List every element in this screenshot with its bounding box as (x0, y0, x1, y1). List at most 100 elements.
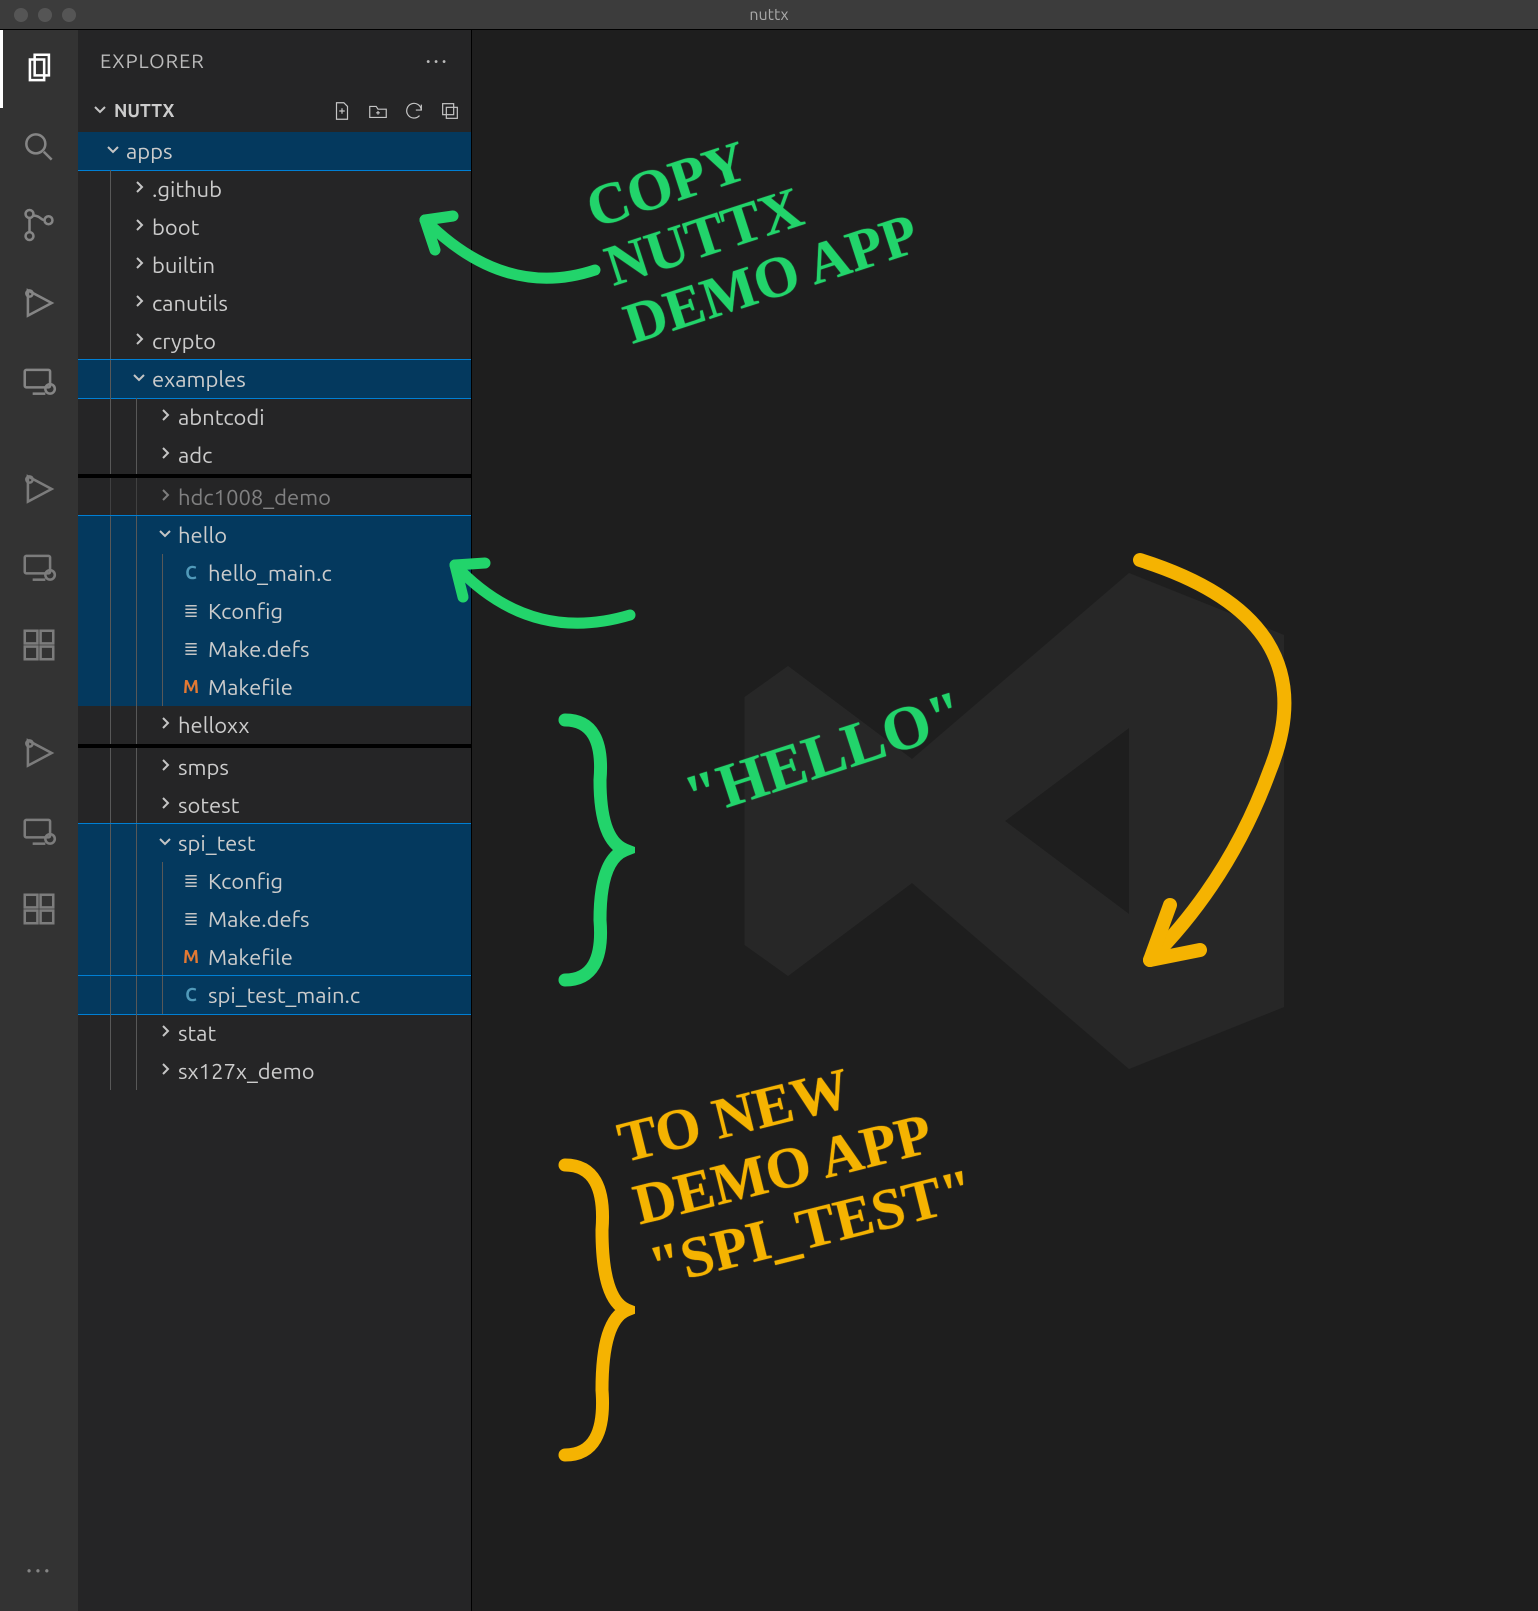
chevron-right-icon (128, 293, 150, 313)
minimize-dot[interactable] (38, 8, 52, 22)
tree-folder[interactable]: abntcodi (78, 398, 471, 436)
tree-item-label: Kconfig (208, 869, 283, 894)
titlebar: nuttx (0, 0, 1538, 30)
tree-folder[interactable]: builtin (78, 246, 471, 284)
refresh-icon[interactable] (403, 100, 425, 122)
file-type-icon: C (180, 985, 202, 1005)
tree-file[interactable]: MMakefile (78, 668, 471, 706)
remote-activity-icon[interactable] (0, 342, 78, 420)
traffic-lights (0, 8, 76, 22)
tree-item-label: adc (178, 443, 212, 468)
tree-folder[interactable]: examples (78, 360, 471, 398)
tree-item-label: apps (126, 139, 173, 164)
tree-folder[interactable]: apps (78, 132, 471, 170)
tree-item-label: spi_test (178, 831, 256, 856)
tree-file[interactable]: Cspi_test_main.c (78, 976, 471, 1014)
tree-file[interactable]: ≣ Make.defs (78, 630, 471, 668)
activity-bar: ··· (0, 30, 78, 1611)
tree-folder[interactable]: hello (78, 516, 471, 554)
tree-item-label: Makefile (208, 945, 293, 970)
chevron-down-icon (102, 141, 124, 161)
debug-activity-icon-dup[interactable] (0, 450, 78, 528)
tree-file[interactable]: M Makefile (78, 938, 471, 976)
close-dot[interactable] (14, 8, 28, 22)
tree-segment: smps sotest spi_test ≣ Kconfig ≣ Make.defs M Mak… (78, 748, 471, 1090)
explorer-more-icon[interactable]: ··· (425, 47, 449, 74)
tree-item-label: hello (178, 523, 227, 548)
tree-item-label: Kconfig (208, 599, 283, 624)
extensions-activity-icon[interactable] (0, 606, 78, 684)
file-tree[interactable]: apps .github boot builtin canutils crypto exam… (78, 132, 471, 1611)
chevron-right-icon (154, 487, 176, 507)
tree-item-label: boot (152, 215, 199, 240)
tree-item-label: .github (152, 177, 222, 202)
file-type-icon: ≣ (180, 639, 202, 660)
activity-overflow-icon[interactable]: ··· (0, 1539, 78, 1599)
tree-file[interactable]: ≣ Kconfig (78, 592, 471, 630)
file-type-icon: ≣ (180, 909, 202, 930)
chevron-right-icon (154, 445, 176, 465)
tree-folder[interactable]: .github (78, 170, 471, 208)
explorer-root-label: NUTTX (114, 101, 174, 121)
explorer-sidebar: EXPLORER ··· NUTTX apps.githubbootbuilti… (78, 30, 472, 1611)
debug-activity-icon[interactable] (0, 264, 78, 342)
chevron-right-icon (128, 217, 150, 237)
tree-file[interactable]: ≣ Make.defs (78, 900, 471, 938)
tree-folder[interactable]: boot (78, 208, 471, 246)
tree-folder[interactable]: stat (78, 1014, 471, 1052)
tree-item-label: helloxx (178, 713, 250, 738)
chevron-right-icon (128, 255, 150, 275)
tree-file[interactable]: ≣ Kconfig (78, 862, 471, 900)
chevron-down-icon (92, 101, 108, 121)
chevron-right-icon (154, 795, 176, 815)
tree-item-label: smps (178, 755, 229, 780)
chevron-down-icon (154, 833, 176, 853)
file-type-icon: ≣ (180, 601, 202, 622)
collapse-all-icon[interactable] (439, 100, 461, 122)
editor-area (472, 30, 1538, 1611)
file-type-icon: M (180, 947, 202, 967)
tree-item-label: sotest (178, 793, 239, 818)
tree-item-label: spi_test_main.c (208, 983, 360, 1008)
explorer-section-header[interactable]: NUTTX (78, 90, 471, 132)
tree-folder[interactable]: smps (78, 748, 471, 786)
window-title: nuttx (749, 6, 788, 24)
debug-activity-icon-dup2[interactable] (0, 714, 78, 792)
tree-item-label: sx127x_demo (178, 1059, 315, 1084)
tree-folder[interactable]: adc (78, 436, 471, 474)
tree-folder[interactable]: sotest (78, 786, 471, 824)
tree-item-label: Make.defs (208, 637, 310, 662)
remote-activity-icon-dup[interactable] (0, 528, 78, 606)
explorer-activity-icon[interactable] (0, 30, 78, 108)
tree-item-label: crypto (152, 329, 216, 354)
tree-folder[interactable]: sx127x_demo (78, 1052, 471, 1090)
file-type-icon: C (180, 563, 202, 583)
chevron-right-icon (128, 331, 150, 351)
new-folder-icon[interactable] (367, 100, 389, 122)
file-type-icon: M (180, 677, 202, 697)
tree-folder[interactable]: canutils (78, 284, 471, 322)
maximize-dot[interactable] (62, 8, 76, 22)
tree-item-label: builtin (152, 253, 215, 278)
extensions-activity-icon-dup2[interactable] (0, 870, 78, 948)
source-control-activity-icon[interactable] (0, 186, 78, 264)
tree-folder[interactable]: crypto (78, 322, 471, 360)
tree-folder[interactable]: helloxx (78, 706, 471, 744)
tree-item-label: stat (178, 1021, 216, 1046)
search-activity-icon[interactable] (0, 108, 78, 186)
remote-activity-icon-dup2[interactable] (0, 792, 78, 870)
chevron-right-icon (154, 757, 176, 777)
tree-item-label: Make.defs (208, 907, 310, 932)
chevron-right-icon (154, 715, 176, 735)
tree-item-label: hello_main.c (208, 561, 332, 586)
chevron-down-icon (128, 369, 150, 389)
file-type-icon: ≣ (180, 871, 202, 892)
tree-file[interactable]: Chello_main.c (78, 554, 471, 592)
tree-folder[interactable]: hdc1008_demo (78, 478, 471, 516)
tree-folder[interactable]: spi_test (78, 824, 471, 862)
chevron-right-icon (128, 179, 150, 199)
chevron-right-icon (154, 407, 176, 427)
new-file-icon[interactable] (331, 100, 353, 122)
tree-item-label: abntcodi (178, 405, 265, 430)
tree-item-label: hdc1008_demo (178, 485, 331, 510)
